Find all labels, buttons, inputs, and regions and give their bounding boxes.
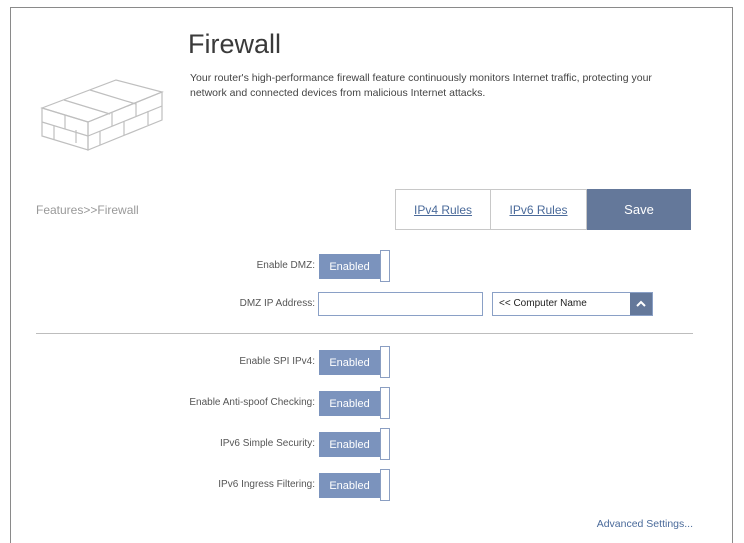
toggle-knob [380,250,390,282]
section-divider [36,333,693,334]
ipv6-ingress-filtering-label: IPv6 Ingress Filtering: [218,479,315,490]
tab-ipv6-rules[interactable]: IPv6 Rules [491,189,587,230]
tab-ipv4-rules[interactable]: IPv4 Rules [395,189,491,230]
ipv6-ingress-filtering-toggle[interactable]: Enabled [319,469,393,503]
toggle-state: Enabled [319,432,380,457]
firewall-wall-icon [40,79,164,151]
dmz-ip-input[interactable] [318,292,483,316]
toggle-knob [380,346,390,378]
enable-spi-ipv4-label: Enable SPI IPv4: [239,356,315,367]
toggle-state: Enabled [319,254,380,279]
chevron-up-icon[interactable] [630,293,652,315]
toggle-state: Enabled [319,350,380,375]
dmz-ip-label: DMZ IP Address: [239,298,315,309]
save-button[interactable]: Save [587,189,691,230]
enable-spi-ipv4-toggle[interactable]: Enabled [319,346,393,380]
page-title: Firewall [188,29,282,59]
ipv6-simple-security-label: IPv6 Simple Security: [219,438,315,449]
ipv6-simple-security-toggle[interactable]: Enabled [319,428,393,462]
anti-spoof-label: Enable Anti-spoof Checking: [189,397,315,408]
breadcrumb: Features>>Firewall [36,203,139,217]
computer-name-value: << Computer Name [499,298,587,309]
page-description: Your router's high-performance firewall … [190,72,652,99]
enable-dmz-toggle[interactable]: Enabled [319,250,393,284]
toggle-knob [380,387,390,419]
toggle-state: Enabled [319,391,380,416]
advanced-settings-link[interactable]: Advanced Settings... [597,518,693,530]
enable-dmz-label: Enable DMZ: [256,260,315,271]
computer-name-select[interactable]: << Computer Name [492,292,653,316]
toggle-state: Enabled [319,473,380,498]
anti-spoof-toggle[interactable]: Enabled [319,387,393,421]
toggle-knob [380,469,390,501]
toggle-knob [380,428,390,460]
rule-tabs: IPv4 Rules IPv6 Rules Save [395,189,691,230]
